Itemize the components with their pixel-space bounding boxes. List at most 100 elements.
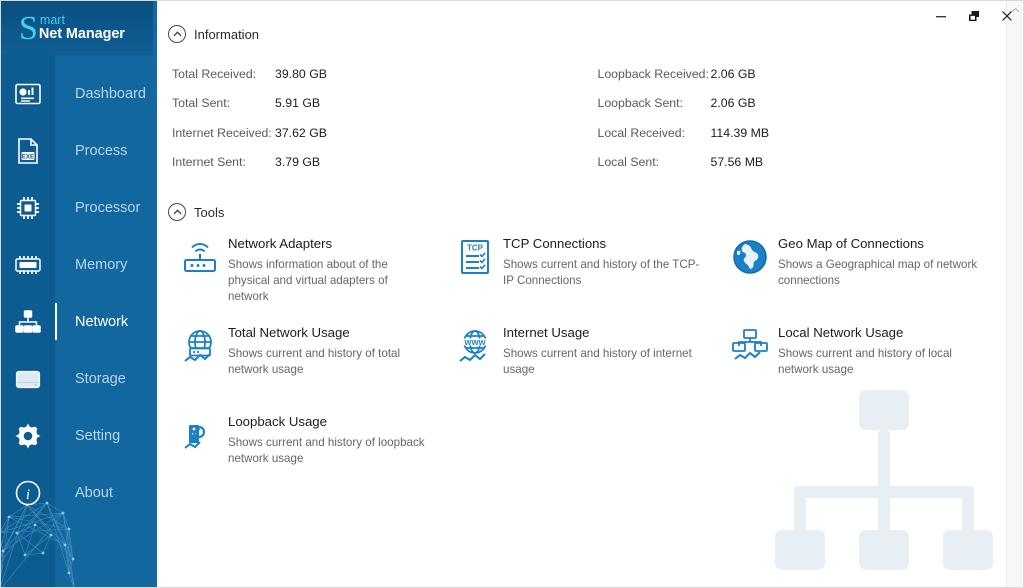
info-label: Total Received: — [172, 66, 257, 81]
minimize-icon — [935, 16, 946, 18]
active-indicator — [55, 303, 57, 340]
sidebar-item-setting[interactable]: Setting — [1, 407, 153, 464]
logo-initial: S — [19, 10, 38, 47]
info-label: Loopback Received: — [597, 66, 709, 81]
window-controls — [924, 1, 1023, 31]
tool-title: Network Adapters — [228, 236, 333, 251]
tool-description: Shows current and history of local netwo… — [778, 347, 952, 376]
processor-chip-icon — [1, 195, 55, 221]
tool-description: Shows current and history of loopback ne… — [228, 436, 425, 465]
info-row: Local Sent: 57.56 MB — [598, 148, 1024, 178]
tool-description: Shows a Geographical map of network conn… — [778, 258, 978, 287]
svg-text:EXE: EXE — [22, 153, 34, 160]
section-title: Tools — [194, 204, 225, 220]
dashboard-icon — [1, 83, 55, 105]
info-row: Total Sent: 5.91 GB — [172, 89, 598, 119]
sidebar-nav: Dashboard EXE Process Processor Memory N… — [1, 55, 153, 521]
restore-icon — [968, 11, 979, 21]
chevron-up-circle-icon — [168, 203, 186, 221]
tool-title: Geo Map of Connections — [778, 236, 924, 251]
sidebar-item-dashboard[interactable]: Dashboard — [1, 65, 153, 122]
content-area: Information Total Received: 39.80 GB Tot… — [153, 1, 1023, 587]
svg-text:i: i — [26, 487, 30, 503]
network-tree-icon — [1, 309, 55, 334]
sidebar: S mart Net Manager Dashboard EXE Process… — [1, 1, 153, 587]
tool-total-network-usage[interactable]: Total Network Usage Shows current and hi… — [172, 324, 447, 401]
tools-section-header[interactable]: Tools — [168, 203, 1023, 221]
tool-description: Shows information about of the physical … — [228, 258, 388, 303]
info-label: Local Sent: — [597, 155, 660, 170]
sidebar-item-network[interactable]: Network — [1, 293, 153, 350]
sidebar-item-processor[interactable]: Processor — [1, 179, 153, 236]
info-value: 37.62 GB — [275, 125, 327, 140]
tool-title: Total Network Usage — [228, 325, 350, 340]
memory-ram-icon — [1, 254, 55, 276]
sidebar-item-label: Processor — [75, 199, 141, 216]
close-icon — [1001, 11, 1012, 21]
info-label: Internet Received: — [172, 125, 272, 140]
tool-title: Loopback Usage — [228, 414, 327, 429]
sidebar-item-label: Memory — [75, 256, 128, 273]
tool-geo-map-of-connections[interactable]: Geo Map of Connections Shows a Geographi… — [722, 235, 997, 312]
sidebar-item-about[interactable]: i About — [1, 464, 153, 521]
sidebar-item-label: About — [75, 484, 113, 501]
svg-text:TCP: TCP — [467, 244, 484, 253]
tool-description: Shows current and history of internet us… — [503, 347, 692, 376]
logo-mart-text: mart — [39, 12, 65, 27]
gear-icon — [1, 423, 55, 449]
information-grid: Total Received: 39.80 GB Total Sent: 5.9… — [163, 59, 1023, 177]
info-value: 39.80 GB — [275, 66, 327, 81]
www-globe-icon: WWW — [447, 324, 503, 401]
tool-local-network-usage[interactable]: Local Network Usage Shows current and hi… — [722, 324, 997, 401]
info-label: Internet Sent: — [172, 155, 246, 170]
info-value: 114.39 MB — [710, 125, 770, 140]
loopback-server-icon — [172, 413, 228, 490]
process-exe-icon: EXE — [1, 137, 55, 164]
tcp-checklist-icon: TCP — [447, 235, 503, 312]
tool-title: TCP Connections — [503, 236, 607, 251]
tool-network-adapters[interactable]: Network Adapters Shows information about… — [172, 235, 447, 312]
sidebar-item-process[interactable]: EXE Process — [1, 122, 153, 179]
information-column-right: Loopback Received: 2.06 GB Loopback Sent… — [598, 59, 1024, 177]
sidebar-item-label: Network — [75, 313, 129, 330]
section-title: Information — [194, 26, 260, 42]
close-button[interactable] — [990, 1, 1023, 31]
tool-description: Shows current and history of total netwo… — [228, 347, 401, 376]
sidebar-item-memory[interactable]: Memory — [1, 236, 153, 293]
router-wifi-icon — [172, 235, 228, 312]
restore-button[interactable] — [957, 1, 990, 31]
chevron-up-circle-icon — [168, 25, 186, 43]
storage-drive-icon — [1, 368, 55, 390]
vertical-scrollbar[interactable] — [1006, 1, 1023, 587]
info-value: 3.79 GB — [275, 155, 321, 170]
info-value: 2.06 GB — [710, 66, 756, 81]
info-row: Loopback Received: 2.06 GB — [598, 59, 1024, 89]
info-row: Internet Sent: 3.79 GB — [172, 148, 598, 178]
logo-title-text: Net Manager — [38, 25, 125, 42]
info-label: Local Received: — [597, 125, 686, 140]
svg-text:WWW: WWW — [464, 338, 486, 347]
sidebar-item-storage[interactable]: Storage — [1, 350, 153, 407]
tool-internet-usage[interactable]: WWW Internet Usage Shows current and his… — [447, 324, 722, 401]
info-row: Total Received: 39.80 GB — [172, 59, 598, 89]
network-page: Information Total Received: 39.80 GB Tot… — [153, 1, 1023, 587]
sidebar-item-label: Setting — [75, 427, 121, 444]
info-value: 2.06 GB — [710, 96, 756, 111]
sidebar-item-label: Process — [75, 142, 128, 159]
information-section-header[interactable]: Information — [168, 25, 1023, 43]
lan-monitors-icon — [722, 324, 778, 401]
app-logo: S mart Net Manager — [1, 1, 153, 55]
information-column-left: Total Received: 39.80 GB Total Sent: 5.9… — [172, 59, 598, 177]
info-row: Local Received: 114.39 MB — [598, 118, 1024, 148]
info-row: Internet Received: 37.62 GB — [172, 118, 598, 148]
tool-loopback-usage[interactable]: Loopback Usage Shows current and history… — [172, 413, 447, 490]
tool-tcp-connections[interactable]: TCP TCP Connections Shows current and hi… — [447, 235, 722, 312]
info-circle-icon: i — [1, 480, 55, 506]
globe-icon — [722, 235, 778, 312]
tool-title: Local Network Usage — [778, 325, 904, 340]
app-window: S mart Net Manager Dashboard EXE Process… — [0, 0, 1024, 588]
tools-grid: Network Adapters Shows information about… — [163, 235, 1023, 502]
minimize-button[interactable] — [924, 1, 957, 31]
info-label: Total Sent: — [172, 96, 231, 111]
info-value: 57.56 MB — [710, 155, 764, 170]
